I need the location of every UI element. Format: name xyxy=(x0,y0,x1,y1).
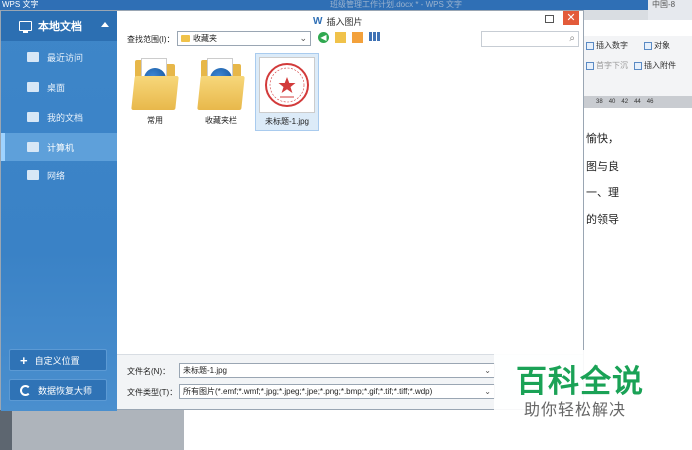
custom-location-button[interactable]: + 自定义位置 xyxy=(9,349,107,371)
data-recovery-button[interactable]: 数据恢复大师 xyxy=(9,379,107,401)
documents-icon xyxy=(27,112,39,122)
new-folder-button[interactable] xyxy=(352,32,363,43)
corner-label: 中国-8 xyxy=(648,0,692,20)
custom-location-label: 自定义位置 xyxy=(34,355,80,366)
watermark-subtitle: 助你轻松解决 xyxy=(524,400,627,419)
object-label: 对象 xyxy=(654,41,670,50)
data-recovery-label: 数据恢复大师 xyxy=(38,385,93,396)
computer-icon xyxy=(27,142,39,152)
file-item-folder[interactable]: 收藏夹栏 xyxy=(189,53,253,131)
object-icon xyxy=(644,41,652,50)
file-name-label: 未标题-1.jpg xyxy=(264,117,309,126)
sidebar-header-label: 本地文档 xyxy=(38,21,82,33)
sidebar-item-label: 我的文档 xyxy=(47,112,84,123)
app-title: WPS 文字 xyxy=(2,0,39,9)
network-icon xyxy=(27,170,39,180)
clock-icon xyxy=(27,52,39,62)
insert-number-label: 插入数字 xyxy=(596,41,628,50)
chevron-down-icon: ⌄ xyxy=(299,33,307,43)
ribbon-toolbar: 插入数字 对象 首字下沉 插入附件 xyxy=(584,36,692,96)
search-icon[interactable]: ⌕ xyxy=(569,33,575,44)
drop-cap-icon xyxy=(586,61,594,70)
monitor-icon xyxy=(19,21,32,33)
up-folder-button[interactable] xyxy=(335,32,346,43)
plus-icon: + xyxy=(20,352,28,368)
dialog-title: W 插入图片 xyxy=(313,15,362,28)
file-toolbar: 查找范围(I)： 收藏夹 ⌄ ◀ ⌕ xyxy=(117,29,583,49)
chevron-down-icon[interactable]: ⌄ xyxy=(484,385,491,398)
document-title: 班级管理工作计划.docx * - WPS 文字 xyxy=(330,0,463,9)
view-menu-button[interactable] xyxy=(369,32,385,43)
drop-cap-label: 首字下沉 xyxy=(596,61,628,70)
sidebar-item-label: 最近访问 xyxy=(47,52,84,63)
search-input[interactable]: ⌕ xyxy=(481,31,579,47)
file-name-field[interactable]: 未标题-1.jpg ⌄ xyxy=(179,363,495,378)
ruler: 38 40 42 44 46 xyxy=(584,96,692,108)
file-name-value: 未标题-1.jpg xyxy=(183,366,228,375)
sidebar-item-label: 计算机 xyxy=(47,142,75,153)
sidebar-item-label: 网络 xyxy=(47,170,66,181)
maximize-button[interactable] xyxy=(545,15,554,23)
look-in-select[interactable]: 收藏夹 ⌄ xyxy=(177,31,311,46)
ruler-mark: 40 xyxy=(608,99,616,105)
sidebar-item-computer[interactable]: 计算机 xyxy=(1,133,117,161)
file-name-label: 收藏夹栏 xyxy=(205,116,237,125)
document-text-line: 的领导 xyxy=(586,214,619,226)
look-in-label: 查找范围(I)： xyxy=(127,35,175,44)
ruler-mark: 42 xyxy=(621,99,629,105)
insert-attachment-button[interactable]: 插入附件 xyxy=(634,60,676,71)
drop-cap-button[interactable]: 首字下沉 xyxy=(586,60,628,71)
background-strip xyxy=(0,410,12,450)
document-text-line: 图与良 xyxy=(586,161,619,173)
background-panel xyxy=(0,410,184,450)
attachment-icon xyxy=(634,61,642,70)
file-item-image[interactable]: 未标题-1.jpg xyxy=(255,53,319,131)
file-type-field-label: 文件类型(T)： xyxy=(127,388,178,397)
insert-attachment-label: 插入附件 xyxy=(644,61,676,70)
location-sidebar: 本地文档 最近访问 桌面 我的文档 计算机 网络 + 自定义位置 数据恢复大师 xyxy=(1,11,117,411)
recovery-icon xyxy=(20,384,31,396)
sidebar-item-recent[interactable]: 最近访问 xyxy=(1,43,117,71)
document-text-line: 愉快， xyxy=(586,133,619,145)
insert-number-button[interactable]: 插入数字 xyxy=(586,40,628,51)
ruler-mark: 38 xyxy=(596,99,603,105)
back-button[interactable]: ◀ xyxy=(318,32,329,43)
sidebar-item-network[interactable]: 网络 xyxy=(1,161,117,189)
wps-writer-icon: W xyxy=(313,16,323,27)
dialog-title-text: 插入图片 xyxy=(326,17,363,27)
object-button[interactable]: 对象 xyxy=(644,40,670,51)
ruler-mark: 44 xyxy=(634,99,641,105)
number-icon xyxy=(586,41,594,50)
desktop-icon xyxy=(27,82,39,92)
ruler-mark: 46 xyxy=(646,99,654,105)
file-item-folder[interactable]: 常用 xyxy=(123,53,187,131)
file-type-value: 所有图片(*.emf;*.wmf;*.jpg;*.jpeg;*.jpe;*.pn… xyxy=(183,387,433,396)
file-name-label: 常用 xyxy=(147,116,163,125)
local-documents-header[interactable]: 本地文档 xyxy=(1,11,117,41)
document-text-line: 一、理 xyxy=(586,187,619,199)
view-grid-icon xyxy=(369,32,372,41)
file-name-field-label: 文件名(N)： xyxy=(127,367,171,376)
dialog-titlebar: W 插入图片 ✕ xyxy=(117,11,583,31)
image-thumbnail xyxy=(259,57,315,113)
collapse-caret-icon[interactable] xyxy=(101,22,109,27)
view-grid-icon xyxy=(377,32,380,41)
seal-stamp-icon xyxy=(265,63,309,107)
close-button[interactable]: ✕ xyxy=(563,11,579,25)
watermark-title: 百科全说 xyxy=(516,364,644,400)
watermark: 百科全说 助你轻松解决 xyxy=(494,350,654,420)
chevron-down-icon[interactable]: ⌄ xyxy=(484,364,491,377)
wps-titlebar: WPS 文字 班级管理工作计划.docx * - WPS 文字 xyxy=(0,0,692,10)
sidebar-item-desktop[interactable]: 桌面 xyxy=(1,73,117,101)
folder-icon xyxy=(197,56,245,112)
folder-icon xyxy=(131,56,179,112)
look-in-value: 收藏夹 xyxy=(193,34,217,43)
sidebar-item-label: 桌面 xyxy=(47,82,66,93)
sidebar-item-my-documents[interactable]: 我的文档 xyxy=(1,103,117,131)
file-type-select[interactable]: 所有图片(*.emf;*.wmf;*.jpg;*.jpeg;*.jpe;*.pn… xyxy=(179,384,495,399)
folder-icon xyxy=(181,35,190,42)
file-list: 常用 收藏夹栏 未标题-1.jpg xyxy=(119,49,581,354)
view-grid-icon xyxy=(373,32,376,41)
